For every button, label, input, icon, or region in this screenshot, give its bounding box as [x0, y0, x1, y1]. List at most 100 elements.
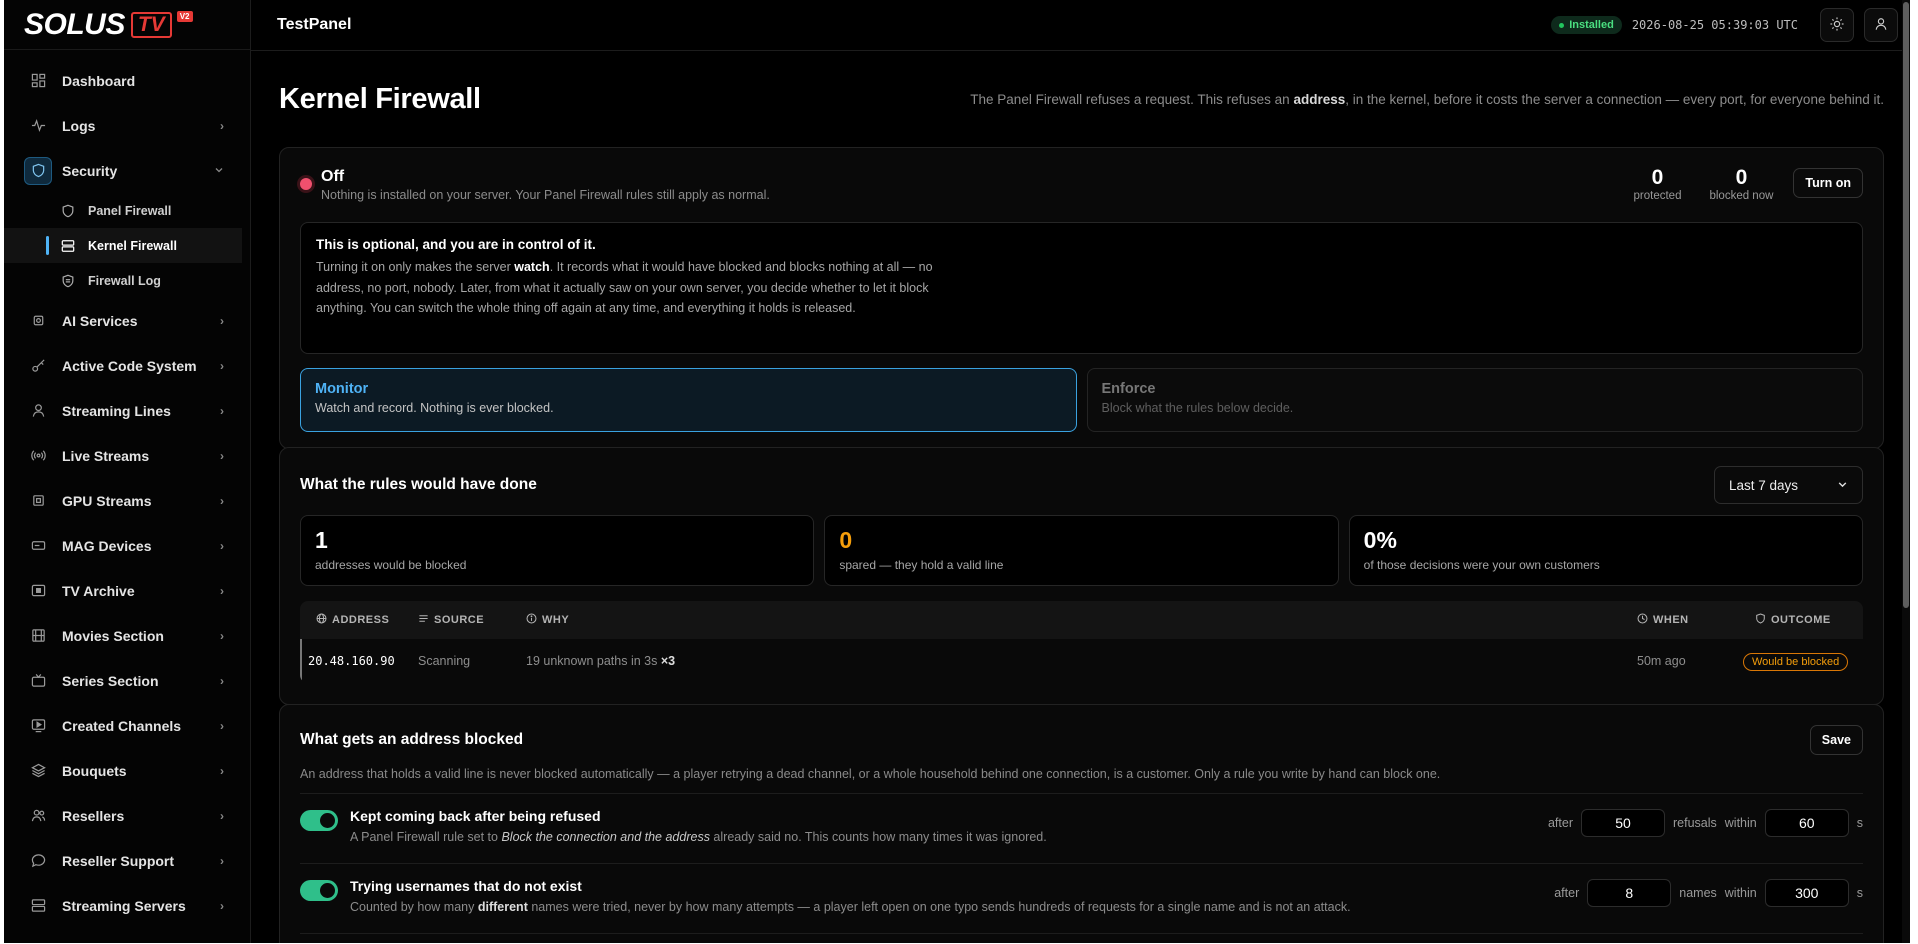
block-rules-title: What gets an address blocked: [300, 731, 524, 748]
sidebar-item-security[interactable]: Security: [4, 148, 250, 193]
sidebar-item-gpu-streams[interactable]: GPU Streams ›: [4, 478, 250, 523]
kpi-value: 0%: [1363, 527, 1397, 553]
seconds-label: s: [1856, 886, 1863, 900]
within-label: within: [1724, 816, 1757, 830]
rule-sub-part: Counted by how many: [350, 900, 478, 914]
logo[interactable]: SOLUS TV V2: [4, 0, 250, 50]
col-when[interactable]: WHEN: [1637, 613, 1755, 627]
sidebar-item-series-section[interactable]: Series Section ›: [4, 658, 250, 703]
sidebar-item-mag-devices[interactable]: MAG Devices ›: [4, 523, 250, 568]
kpi-value: 1: [315, 527, 328, 553]
rule-title: Trying usernames that do not exist: [350, 878, 582, 894]
names-count-input[interactable]: [1587, 879, 1672, 907]
chevron-right-icon: ›: [220, 313, 224, 328]
chevron-right-icon: ›: [220, 118, 224, 133]
sidebar-item-active-code-system[interactable]: Active Code System ›: [4, 343, 250, 388]
rule-unknown-usernames: Trying usernames that do not exist Count…: [300, 864, 1863, 934]
sidebar-item-logs[interactable]: Logs ›: [4, 103, 250, 148]
sidebar-item-reseller-support[interactable]: Reseller Support ›: [4, 838, 250, 883]
chevron-right-icon: ›: [220, 403, 224, 418]
status-title: Off: [321, 168, 345, 185]
shield-icon: [1755, 613, 1766, 627]
sidebar-item-dashboard[interactable]: Dashboard: [4, 58, 250, 103]
chip-icon: [26, 309, 50, 333]
server-icon: [26, 894, 50, 918]
blocked-now-count: 0: [1735, 166, 1748, 189]
protected-stat: 0 protected: [1634, 166, 1682, 202]
theme-toggle-button[interactable]: [1820, 8, 1854, 42]
sidebar: SOLUS TV V2 Dashboard Logs › Security Pa…: [4, 0, 251, 943]
kpi-caption: addresses would be blocked: [315, 558, 467, 572]
sidebar-subitem-label: Kernel Firewall: [88, 238, 177, 253]
save-button[interactable]: Save: [1809, 725, 1863, 755]
sidebar-item-ai-services[interactable]: AI Services ›: [4, 298, 250, 343]
chevron-right-icon: ›: [220, 718, 224, 733]
globe-icon: [316, 613, 327, 627]
chevron-right-icon: ›: [220, 853, 224, 868]
user-menu-button[interactable]: [1864, 8, 1898, 42]
blocked-now-stat: 0 blocked now: [1709, 166, 1773, 202]
table-header: ADDRESS SOURCE WHY WHEN OUTCOME: [300, 601, 1863, 639]
shield-log-icon: [60, 273, 76, 289]
page-desc-bold: address: [1293, 91, 1346, 107]
rule-controls: after refusals within s: [1548, 809, 1863, 837]
page-scrollbar[interactable]: [1902, 0, 1910, 943]
sidebar-item-live-streams[interactable]: Live Streams ›: [4, 433, 250, 478]
cell-address: 20.48.160.90: [302, 654, 418, 668]
col-source-label: SOURCE: [434, 614, 485, 626]
sidebar-item-bouquets[interactable]: Bouquets ›: [4, 748, 250, 793]
col-why[interactable]: WHY: [526, 613, 1637, 627]
mode-monitor-title: Monitor: [315, 381, 369, 397]
mode-enforce-option[interactable]: Enforce Block what the rules below decid…: [1086, 368, 1863, 432]
page-content: Kernel Firewall The Panel Firewall refus…: [251, 51, 1910, 943]
col-outcome[interactable]: OUTCOME: [1755, 613, 1863, 627]
rules-results-card: What the rules would have done Last 7 da…: [279, 447, 1884, 705]
kpi-caption: spared — they hold a valid line: [839, 558, 1004, 572]
mode-monitor-option[interactable]: Monitor Watch and record. Nothing is eve…: [300, 368, 1077, 432]
rule-refused-toggle[interactable]: [300, 810, 338, 831]
sidebar-subitem-kernel-firewall[interactable]: Kernel Firewall: [4, 228, 242, 263]
rule-usernames-toggle[interactable]: [300, 880, 338, 901]
sidebar-item-created-channels[interactable]: Created Channels ›: [4, 703, 250, 748]
sidebar-item-label: Series Section: [62, 672, 159, 689]
installed-label: Installed: [1569, 19, 1614, 31]
col-source[interactable]: SOURCE: [418, 613, 526, 627]
chevron-right-icon: ›: [220, 808, 224, 823]
sidebar-item-movies-section[interactable]: Movies Section ›: [4, 613, 250, 658]
time-range-select[interactable]: Last 7 days: [1714, 466, 1863, 504]
protected-count: 0: [1651, 166, 1664, 189]
block-rules-card: What gets an address blocked Save An add…: [279, 704, 1884, 943]
status-off-dot-icon: [300, 178, 312, 190]
clock-icon: [1637, 613, 1648, 627]
scrollbar-thumb[interactable]: [1903, 2, 1909, 608]
sidebar-item-streaming-lines[interactable]: Streaming Lines ›: [4, 388, 250, 433]
col-address[interactable]: ADDRESS: [300, 613, 418, 627]
server-clock: 2026-08-25 05:39:03 UTC: [1631, 18, 1798, 32]
refusals-window-input[interactable]: [1764, 809, 1849, 837]
mode-monitor-subtitle: Watch and record. Nothing is ever blocke…: [315, 401, 554, 415]
info-text: Turning it on only makes the server watc…: [316, 257, 941, 319]
chevron-right-icon: ›: [220, 493, 224, 508]
sidebar-item-label: Dashboard: [62, 72, 136, 89]
cell-source: Scanning: [418, 654, 471, 668]
turn-on-button[interactable]: Turn on: [1793, 168, 1863, 198]
mode-enforce-title: Enforce: [1101, 381, 1156, 397]
names-window-input[interactable]: [1764, 879, 1849, 907]
sidebar-subitem-panel-firewall[interactable]: Panel Firewall: [4, 193, 250, 228]
time-range-value: Last 7 days: [1729, 477, 1799, 493]
sidebar-item-label: Reseller Support: [62, 852, 175, 869]
sidebar-subitem-firewall-log[interactable]: Firewall Log: [4, 263, 250, 298]
chevron-right-icon: ›: [220, 673, 224, 688]
key-icon: [26, 354, 50, 378]
sidebar-item-label: Active Code System: [62, 357, 197, 374]
shield-icon: [60, 203, 76, 219]
firewall-status-card: Off Nothing is installed on your server.…: [279, 147, 1884, 449]
list-icon: [418, 613, 429, 627]
sidebar-item-streaming-servers[interactable]: Streaming Servers ›: [4, 883, 250, 928]
refusals-count-input[interactable]: [1581, 809, 1665, 837]
film-icon: [26, 624, 50, 648]
sidebar-item-resellers[interactable]: Resellers ›: [4, 793, 250, 838]
status-text: Off Nothing is installed on your server.…: [321, 166, 1606, 202]
table-row[interactable]: 20.48.160.90 Scanning 19 unknown paths i…: [300, 639, 1863, 683]
sidebar-item-tv-archive[interactable]: TV Archive ›: [4, 568, 250, 613]
